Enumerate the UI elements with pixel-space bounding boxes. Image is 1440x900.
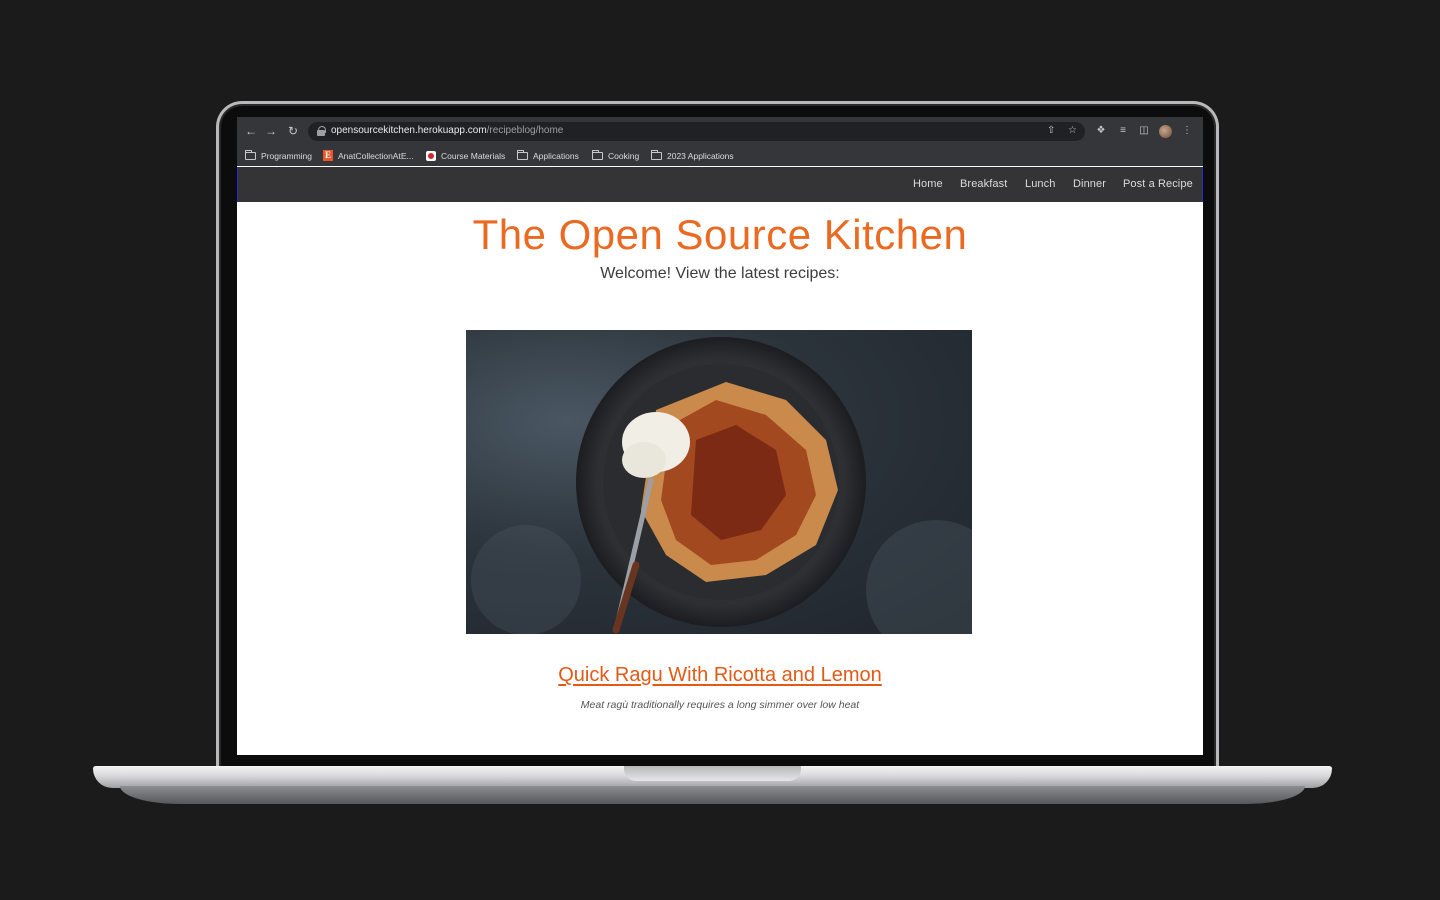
bookmark-2023-applications[interactable]: 2023 Applications [651,149,734,162]
welcome-text: Welcome! View the latest recipes: [600,265,840,282]
bookmark-label: Applications [533,150,579,161]
nav-home[interactable]: Home [913,178,943,190]
recipe-title-link[interactable]: Quick Ragu With Ricotta and Lemon [237,664,1203,687]
star-icon[interactable]: ☆ [1068,125,1077,136]
folder-icon [517,149,528,160]
address-bar[interactable]: opensourcekitchen.herokuapp.com/recipebl… [308,122,1085,141]
laptop-notch [624,766,801,781]
nav-breakfast[interactable]: Breakfast [960,178,1007,190]
bookmark-label: Cooking [608,150,640,161]
folder-icon [245,149,256,160]
side-panel-icon[interactable]: ◫ [1138,125,1150,137]
recipe-image[interactable] [466,330,972,634]
nav-lunch[interactable]: Lunch [1025,178,1055,190]
browser-chrome: ← → ↻ opensourcekitchen.herokuapp.com/re… [237,117,1203,166]
bookmark-label: Course Materials [441,150,506,161]
pasta-plate-illustration [471,337,972,634]
share-icon[interactable]: ⇧ [1047,125,1055,136]
bookmark-cooking[interactable]: Cooking [592,149,639,162]
bookmarks-bar: Programming E AnatCollectionAtE... Cours… [237,145,1203,166]
url-host: opensourcekitchen.herokuapp.com [331,125,487,136]
bookmark-label: Programming [261,150,313,161]
profile-avatar[interactable] [1159,125,1172,138]
reload-icon[interactable]: ↻ [286,124,300,138]
page-title: The Open Source Kitchen [472,211,968,258]
address-url[interactable]: opensourcekitchen.herokuapp.com/recipebl… [331,125,563,136]
nav-post-recipe[interactable]: Post a Recipe [1123,178,1193,190]
bookmark-label: AnatCollectionAtE... [338,150,414,161]
etsy-icon: E [323,150,333,161]
browser-toolbar: ← → ↻ opensourcekitchen.herokuapp.com/re… [237,117,1203,145]
bookmark-label: 2023 Applications [667,150,734,161]
folder-icon [651,149,662,160]
url-path: /recipeblog/home [486,125,564,136]
kebab-menu-icon[interactable]: ⋮ [1181,125,1193,137]
recipe-description: Meat ragù traditionally requires a long … [580,699,860,711]
site-navbar: Home Breakfast Lunch Dinner Post a Recip… [237,167,1203,202]
course-icon [426,150,436,161]
back-arrow-icon[interactable]: ← [244,124,258,138]
bookmark-applications[interactable]: Applications [517,149,579,162]
browser-screen: ← → ↻ opensourcekitchen.herokuapp.com/re… [237,117,1203,755]
bookmark-anatcollection[interactable]: E AnatCollectionAtE... [323,149,414,162]
reading-list-icon[interactable]: ≡ [1117,125,1129,137]
folder-icon [592,149,603,160]
bookmark-programming[interactable]: Programming [245,149,312,162]
extensions-icon[interactable]: ❖ [1095,125,1107,137]
lock-icon[interactable] [317,126,326,136]
bookmark-course-materials[interactable]: Course Materials [426,149,505,162]
laptop-base-shadow [120,786,1305,804]
forward-arrow-icon[interactable]: → [264,124,278,138]
nav-dinner[interactable]: Dinner [1073,178,1106,190]
